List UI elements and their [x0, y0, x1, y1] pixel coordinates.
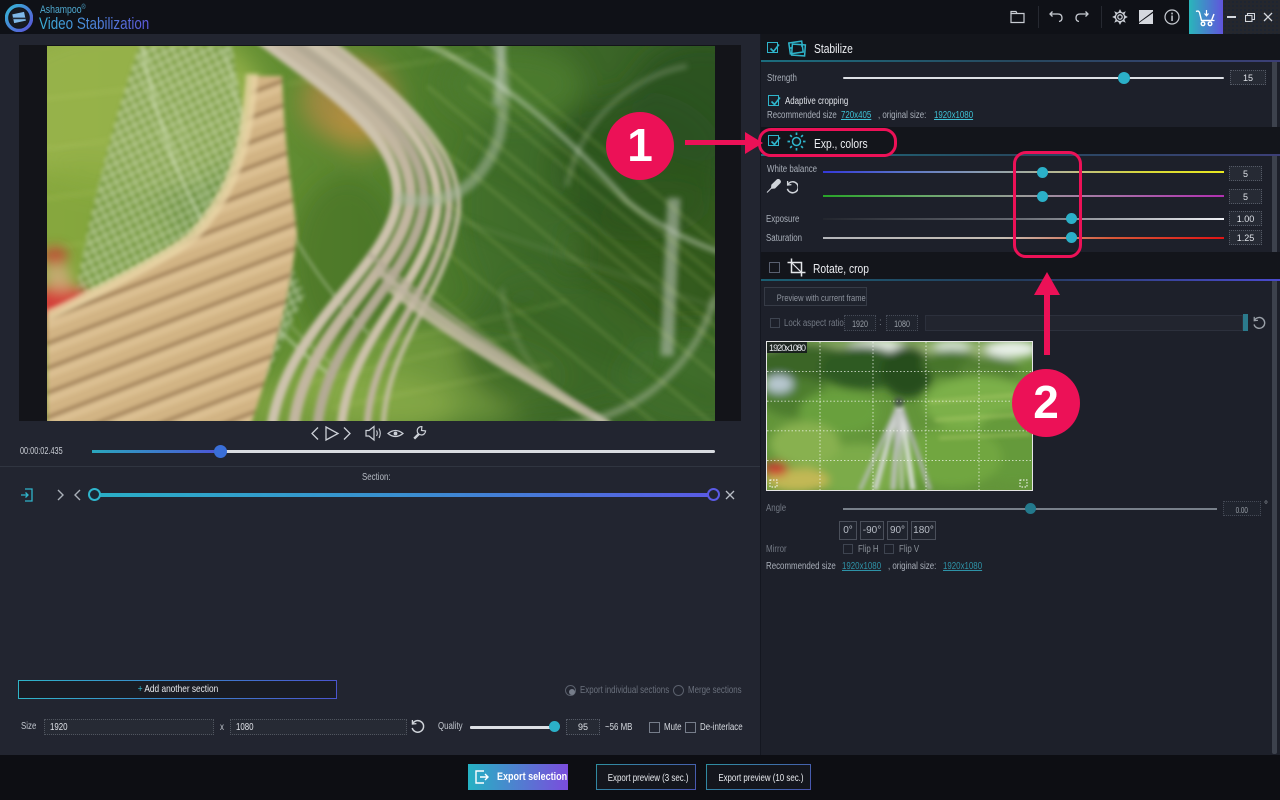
svg-text:1920x1080: 1920x1080: [769, 343, 806, 353]
